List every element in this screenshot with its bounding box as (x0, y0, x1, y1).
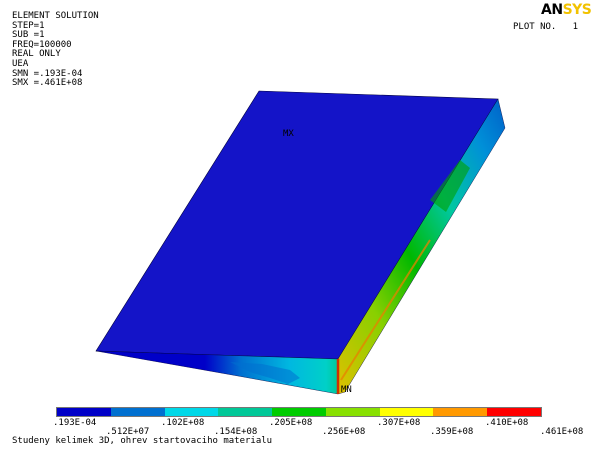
legend-label-top-3: .307E+08 (377, 418, 421, 428)
plot-subtitle: Studeny kelimek 3D, ohrev startovaciho m… (12, 436, 273, 446)
legend-label-bottom-4: .461E+08 (540, 427, 584, 437)
legend-label-top-0: .193E-04 (53, 418, 97, 428)
legend-swatch-3 (218, 408, 273, 416)
contour-legend-bar (56, 407, 542, 417)
legend-swatch-7 (433, 408, 488, 416)
legend-swatch-0 (57, 408, 111, 416)
legend-label-top-1: .102E+08 (161, 418, 205, 428)
legend-label-top-4: .410E+08 (485, 418, 529, 428)
legend-label-bottom-2: .256E+08 (322, 427, 366, 437)
node-label-mx: MX (283, 129, 294, 139)
legend-swatch-2 (164, 408, 219, 416)
legend-swatch-4 (272, 408, 326, 416)
legend-swatch-6 (379, 408, 434, 416)
legend-swatch-8 (487, 408, 542, 416)
legend-swatch-5 (325, 408, 380, 416)
legend-label-bottom-3: .359E+08 (430, 427, 474, 437)
node-label-mn: MN (341, 385, 352, 395)
legend-label-top-2: .205E+08 (269, 418, 313, 428)
legend-swatch-1 (110, 408, 165, 416)
fem-model-render[interactable]: MX MN (0, 0, 600, 400)
graphics-window[interactable]: ELEMENT SOLUTION STEP=1 SUB =1 FREQ=1000… (0, 0, 600, 451)
